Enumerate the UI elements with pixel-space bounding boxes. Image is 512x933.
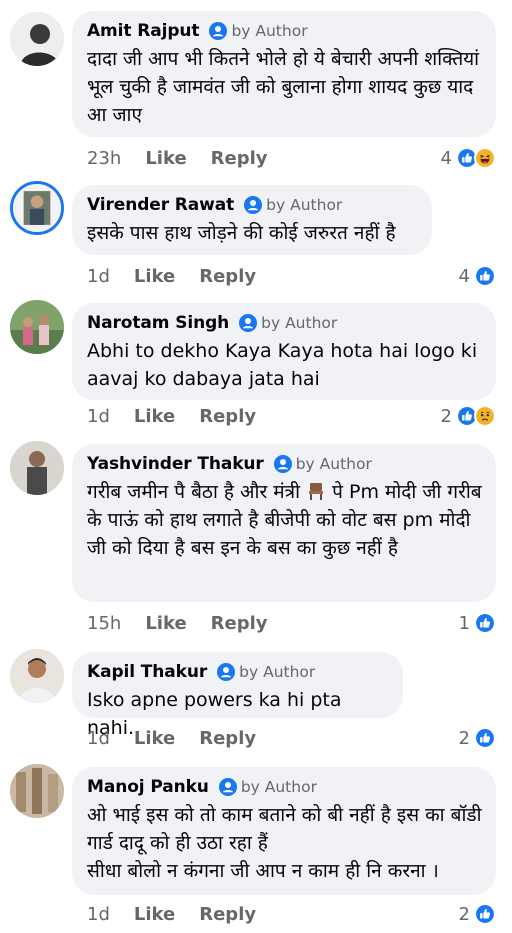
reaction-count: 4 [440, 147, 452, 169]
comment-actions: 1d Like Reply [87, 725, 256, 751]
comment-actions: 15h Like Reply [87, 610, 268, 636]
reply-button[interactable]: Reply [199, 728, 256, 749]
chair-icon [309, 483, 324, 500]
avatar[interactable] [10, 12, 64, 66]
like-icon [474, 612, 496, 634]
like-button[interactable]: Like [134, 904, 175, 925]
reply-button[interactable]: Reply [199, 406, 256, 427]
comment-time[interactable]: 1d [87, 904, 110, 925]
author-badge-label: by Author [240, 778, 317, 796]
author-badge-label: by Author [239, 663, 316, 681]
commenter-name[interactable]: Kapil Thakur [87, 662, 207, 682]
haha-icon [474, 147, 496, 169]
author-badge-icon [239, 314, 257, 332]
author-badge-icon [244, 196, 262, 214]
avatar[interactable] [10, 649, 64, 703]
comment-bubble: Virender Rawat by Author इसके पास हाथ जो… [72, 185, 432, 255]
like-button[interactable]: Like [134, 728, 175, 749]
reaction-summary[interactable]: 2 [459, 725, 496, 751]
comment-time[interactable]: 23h [87, 148, 121, 169]
author-badge: by Author [219, 778, 317, 796]
comment-time[interactable]: 1d [87, 266, 110, 287]
like-button[interactable]: Like [145, 613, 186, 634]
comment-actions: 23h Like Reply [87, 145, 268, 171]
commenter-name[interactable]: Yashvinder Thakur [87, 454, 264, 474]
comment-bubble: Narotam Singh by Author Abhi to dekho Ka… [72, 303, 496, 400]
like-button[interactable]: Like [145, 148, 186, 169]
comment-bubble: Kapil Thakur by Author Isko apne powers … [72, 652, 403, 739]
comment-text: Abhi to dekho Kaya Kaya hota hai logo ki… [87, 340, 478, 390]
reaction-summary[interactable]: 2 [459, 901, 496, 927]
reaction-count: 2 [458, 727, 470, 749]
reaction-count: 2 [440, 405, 452, 427]
reply-button[interactable]: Reply [199, 904, 256, 925]
reaction-summary[interactable]: 1 [459, 610, 496, 636]
author-badge: by Author [244, 196, 342, 214]
like-icon [474, 727, 496, 749]
reply-button[interactable]: Reply [211, 148, 268, 169]
avatar[interactable] [10, 181, 64, 235]
commenter-name[interactable]: Manoj Panku [87, 777, 209, 797]
author-badge-icon [219, 778, 237, 796]
commenter-name[interactable]: Narotam Singh [87, 313, 229, 333]
reaction-summary[interactable]: 4 [459, 263, 496, 289]
commenter-name[interactable]: Virender Rawat [87, 195, 234, 215]
reply-button[interactable]: Reply [199, 266, 256, 287]
like-button[interactable]: Like [134, 266, 175, 287]
comment-time[interactable]: 15h [87, 613, 121, 634]
comment-bubble: Amit Rajput by Author दादा जी आप भी कितन… [72, 11, 496, 137]
reaction-count: 1 [458, 612, 470, 634]
author-badge-label: by Author [266, 196, 343, 214]
comment-time[interactable]: 1d [87, 728, 110, 749]
author-badge: by Author [239, 314, 337, 332]
comment-bubble: Manoj Panku by Author ओ भाई इस को तो काम… [72, 767, 496, 895]
reaction-summary[interactable]: 2 [441, 403, 496, 429]
comment-text: दादा जी आप भी कितने भोले हो ये बेचारी अप… [87, 48, 480, 126]
like-button[interactable]: Like [134, 406, 175, 427]
comment-actions: 1d Like Reply [87, 901, 256, 927]
comment-text: इसके पास हाथ जोड़ने की कोई जरुरत नहीं है [87, 222, 396, 244]
author-badge: by Author [209, 22, 308, 40]
comment-actions: 1d Like Reply [87, 403, 256, 429]
author-badge-icon [209, 22, 227, 40]
author-badge-icon [274, 455, 292, 473]
author-badge-label: by Author [295, 455, 372, 473]
reaction-summary[interactable]: 4 [441, 145, 496, 171]
avatar[interactable] [10, 764, 64, 818]
comment-actions: 1d Like Reply [87, 263, 256, 289]
author-badge: by Author [274, 455, 372, 473]
avatar[interactable] [10, 441, 64, 495]
avatar[interactable] [10, 300, 64, 354]
like-icon [474, 265, 496, 287]
author-badge-icon [217, 663, 235, 681]
comment-bubble: Yashvinder Thakur by Author गरीब जमीन पै… [72, 444, 496, 602]
like-icon [474, 903, 496, 925]
reaction-count: 4 [458, 265, 470, 287]
commenter-name[interactable]: Amit Rajput [87, 21, 200, 41]
reaction-count: 2 [458, 903, 470, 925]
author-badge: by Author [217, 663, 315, 681]
comment-text: ओ भाई इस को तो काम बताने को बी नहीं है इ… [87, 804, 482, 882]
comment-text: गरीब जमीन पै बैठा है और मंत्री पे Pm मोद… [87, 478, 482, 562]
comment-time[interactable]: 1d [87, 406, 110, 427]
author-badge-label: by Author [261, 314, 338, 332]
reply-button[interactable]: Reply [211, 613, 268, 634]
comment-text-part: गरीब जमीन पै बैठा है और मंत्री [87, 481, 307, 503]
sad-icon [474, 405, 496, 427]
author-badge-label: by Author [231, 22, 308, 40]
